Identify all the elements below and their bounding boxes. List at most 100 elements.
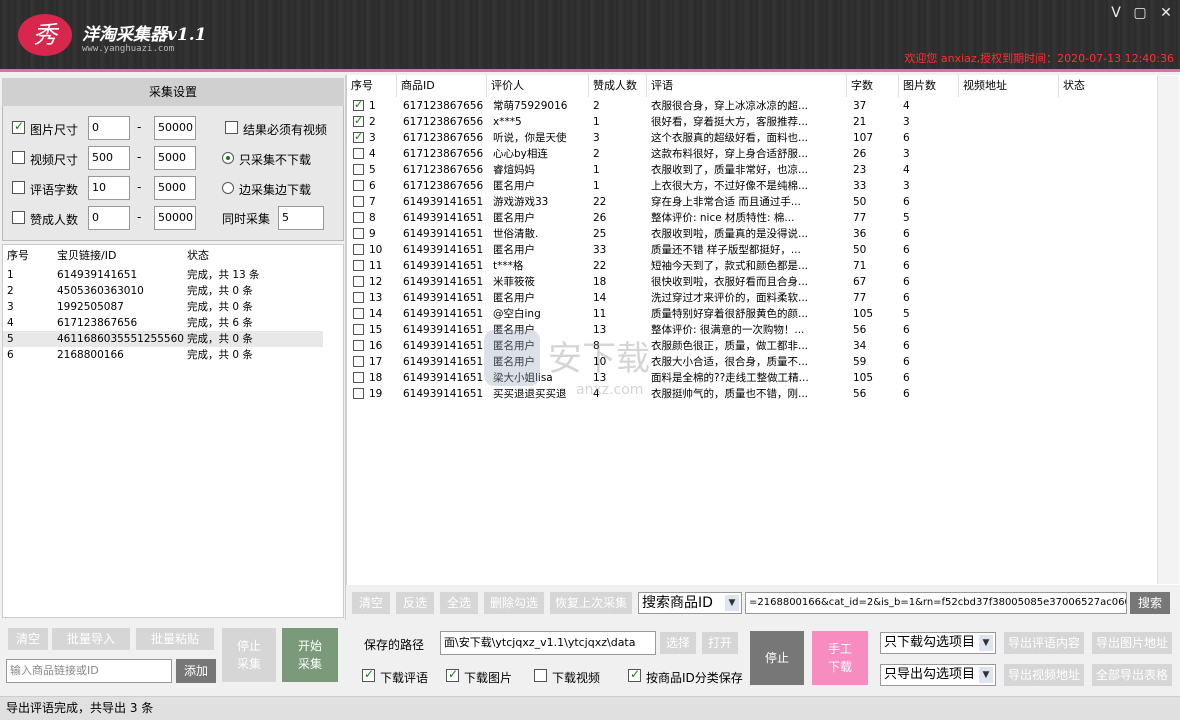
row-checkbox[interactable] [353,196,364,207]
table-row[interactable]: 14 614939141651 @空白ing 11 质量特别好穿着很舒服黄色的颜... 1… [347,306,1159,322]
cell-user: 睿煊妈妈 [493,164,535,176]
batch-import-button[interactable]: 批量导入 [52,628,130,650]
image-size-max[interactable]: 50000 [154,116,196,140]
table-row[interactable]: 6 2168800166 完成，共 0 条 [3,347,323,363]
row-checkbox[interactable] [353,129,364,145]
clear-links-button[interactable]: 清空 [8,628,48,650]
open-folder-button[interactable]: 打开 [702,632,738,654]
restore-last-button[interactable]: 恢复上次采集 [550,592,632,614]
clear-results-button[interactable]: 清空 [352,592,390,614]
download-videos-checkbox[interactable] [534,669,547,682]
video-size-max[interactable]: 5000 [154,146,196,170]
require-video-checkbox[interactable] [225,121,238,134]
search-mode-select[interactable]: 搜索商品ID ▼ [638,592,742,614]
table-row[interactable]: 3 617123867656 听说，你是天使 3 这个衣服真的超级好看，面料也... 10… [347,129,1159,146]
row-checkbox[interactable] [353,308,364,319]
vertical-scrollbar[interactable] [1157,76,1179,584]
row-checkbox[interactable] [353,228,364,239]
row-checkbox[interactable] [353,340,364,351]
stop-collect-button[interactable]: 停止 采集 [222,628,276,682]
row-checkbox[interactable] [353,276,364,287]
row-checkbox[interactable] [353,113,364,129]
by-product-checkbox[interactable] [628,667,641,682]
export-comments-button[interactable]: 导出评语内容 [1004,632,1084,654]
row-checkbox[interactable] [353,260,364,271]
table-row[interactable]: 12 614939141651 米菲筱筱 18 很快收到啦，衣服好看而且合身... 67 6 [347,274,1159,290]
export-video-urls-button[interactable]: 导出视频地址 [1004,664,1084,686]
close-button[interactable]: ✕ [1156,5,1176,21]
table-row[interactable]: 7 614939141651 游戏游戏33 22 穿在身上非常合适 而且通过手... 50… [347,194,1159,210]
likes-min[interactable]: 0 [88,206,130,230]
restore-button[interactable]: ▢ [1130,5,1150,21]
row-checkbox[interactable] [353,388,364,399]
cell-likes: 2 [593,148,600,160]
row-checkbox[interactable] [353,97,364,113]
table-row[interactable]: 2 617123867656 x***5 1 很好看，穿着挺大方，客服推荐... 21 3 [347,113,1159,130]
select-all-button[interactable]: 全选 [440,592,478,614]
row-checkbox[interactable] [353,244,364,255]
table-row[interactable]: 4 617123867656 完成，共 6 条 [3,315,323,331]
table-row[interactable]: 17614939141651匿名用户10衣服大小合适，很合身，质量不...596 [347,354,1159,370]
collect-download-radio[interactable] [222,182,234,194]
row-checkbox[interactable] [353,372,364,383]
cell-chars: 26 [853,148,867,160]
table-row[interactable]: 4 617123867656 心心by相连 2 这款布料很好，穿上身合适舒服... 26 3 [347,146,1159,162]
comment-chars-min[interactable]: 10 [88,176,130,200]
export-all-button[interactable]: 全部导出表格 [1092,664,1172,686]
stop-download-button[interactable]: 停止 [750,631,804,685]
table-row[interactable]: 2 4505360363010 完成，共 0 条 [3,283,323,299]
download-mode-select[interactable]: 只下载勾选项目 ▼ [880,632,996,654]
search-button[interactable]: 搜索 [1130,592,1170,614]
browse-path-button[interactable]: 选择 [660,632,696,654]
download-images-checkbox[interactable] [446,667,459,682]
row-checkbox[interactable] [353,148,364,159]
minimize-button[interactable]: V [1106,5,1126,21]
cell-pid: 617123867656 [403,116,484,128]
only-collect-radio[interactable] [222,152,234,164]
cell-imgs: 6 [903,388,910,400]
table-row[interactable]: 3 1992505087 完成，共 0 条 [3,299,323,315]
row-checkbox[interactable] [353,212,364,223]
image-size-min[interactable]: 0 [88,116,130,140]
row-checkbox[interactable] [353,356,364,367]
cell-imgs: 3 [903,148,910,160]
save-path-input[interactable]: 面\安下载\ytcjqxz_v1.1\ytcjqxz\data [440,631,656,655]
row-checkbox[interactable] [353,324,364,335]
link-input[interactable]: 输入商品链接或ID [6,659,172,683]
table-row[interactable]: 10 614939141651 匿名用户 33 质量还不错 样子版型都挺好，... 50 6 [347,242,1159,258]
add-link-button[interactable]: 添加 [176,659,216,683]
table-row[interactable]: 1 614939141651 完成，共 13 条 [3,267,323,283]
batch-paste-button[interactable]: 批量粘贴 [136,628,214,650]
table-row[interactable]: 6 617123867656 匿名用户 1 上衣很大方，不过好像不是纯棉... 33 3 [347,178,1159,194]
manual-download-button[interactable]: 手工 下载 [812,631,868,685]
row-checkbox[interactable] [353,180,364,191]
download-comments-checkbox[interactable] [362,667,375,682]
table-row[interactable]: 16614939141651匿名用户8衣服颜色很正，质量，做工都非...346 [347,338,1159,354]
invert-selection-button[interactable]: 反选 [396,592,434,614]
row-checkbox[interactable] [353,292,364,303]
table-row[interactable]: 15614939141651匿名用户13整体评价: 很满意的一次购物！...56… [347,322,1159,338]
start-collect-button[interactable]: 开始 采集 [282,628,338,682]
table-row[interactable]: 19 614939141651 买买退退买买退 4 衣服挺帅气的，质量也不错，刚... 5… [347,386,1159,402]
table-row[interactable]: 11 614939141651 t***格 22 短袖今天到了，款式和颜色都是... 71… [347,258,1159,274]
table-row[interactable]: 13 614939141651 匿名用户 14 洗过穿过才来评价的，面料柔软... 77 6 [347,290,1159,306]
video-size-min[interactable]: 500 [88,146,130,170]
export-mode-select[interactable]: 只导出勾选项目 ▼ [880,664,996,686]
row-checkbox[interactable] [353,164,364,175]
delete-checked-button[interactable]: 删除勾选 [484,592,544,614]
table-row-selected[interactable]: 5 4611686035551255560 完成，共 0 条 [3,331,323,347]
table-row[interactable]: 9 614939141651 世俗清散. 25 衣服收到啦，质量真的是没得说... 36 6 [347,226,1159,242]
likes-checkbox[interactable] [12,211,25,224]
table-row[interactable]: 18614939141651梁大小姐lisa13面料是全棉的??走线工整做工精.… [347,370,1159,386]
concurrent-input[interactable]: 5 [278,206,324,230]
comment-chars-max[interactable]: 5000 [154,176,196,200]
export-image-urls-button[interactable]: 导出图片地址 [1092,632,1172,654]
search-input[interactable]: =2168800166&cat_id=2&is_b=1&rn=f52cbd37f… [745,592,1127,614]
table-row[interactable]: 5 617123867656 睿煊妈妈 1 衣服收到了，质量非常好，也凉... 23 4 [347,162,1159,178]
table-row[interactable]: 1 617123867656 常萌75929016 2 衣服很合身，穿上冰凉冰凉的超..… [347,97,1159,114]
video-size-checkbox[interactable] [12,151,25,164]
likes-max[interactable]: 50000 [154,206,196,230]
table-row[interactable]: 8 614939141651 匿名用户 26 整体评价: nice 材质特性: 棉...… [347,210,1159,226]
image-size-checkbox[interactable] [12,119,25,134]
comment-chars-checkbox[interactable] [12,181,25,194]
